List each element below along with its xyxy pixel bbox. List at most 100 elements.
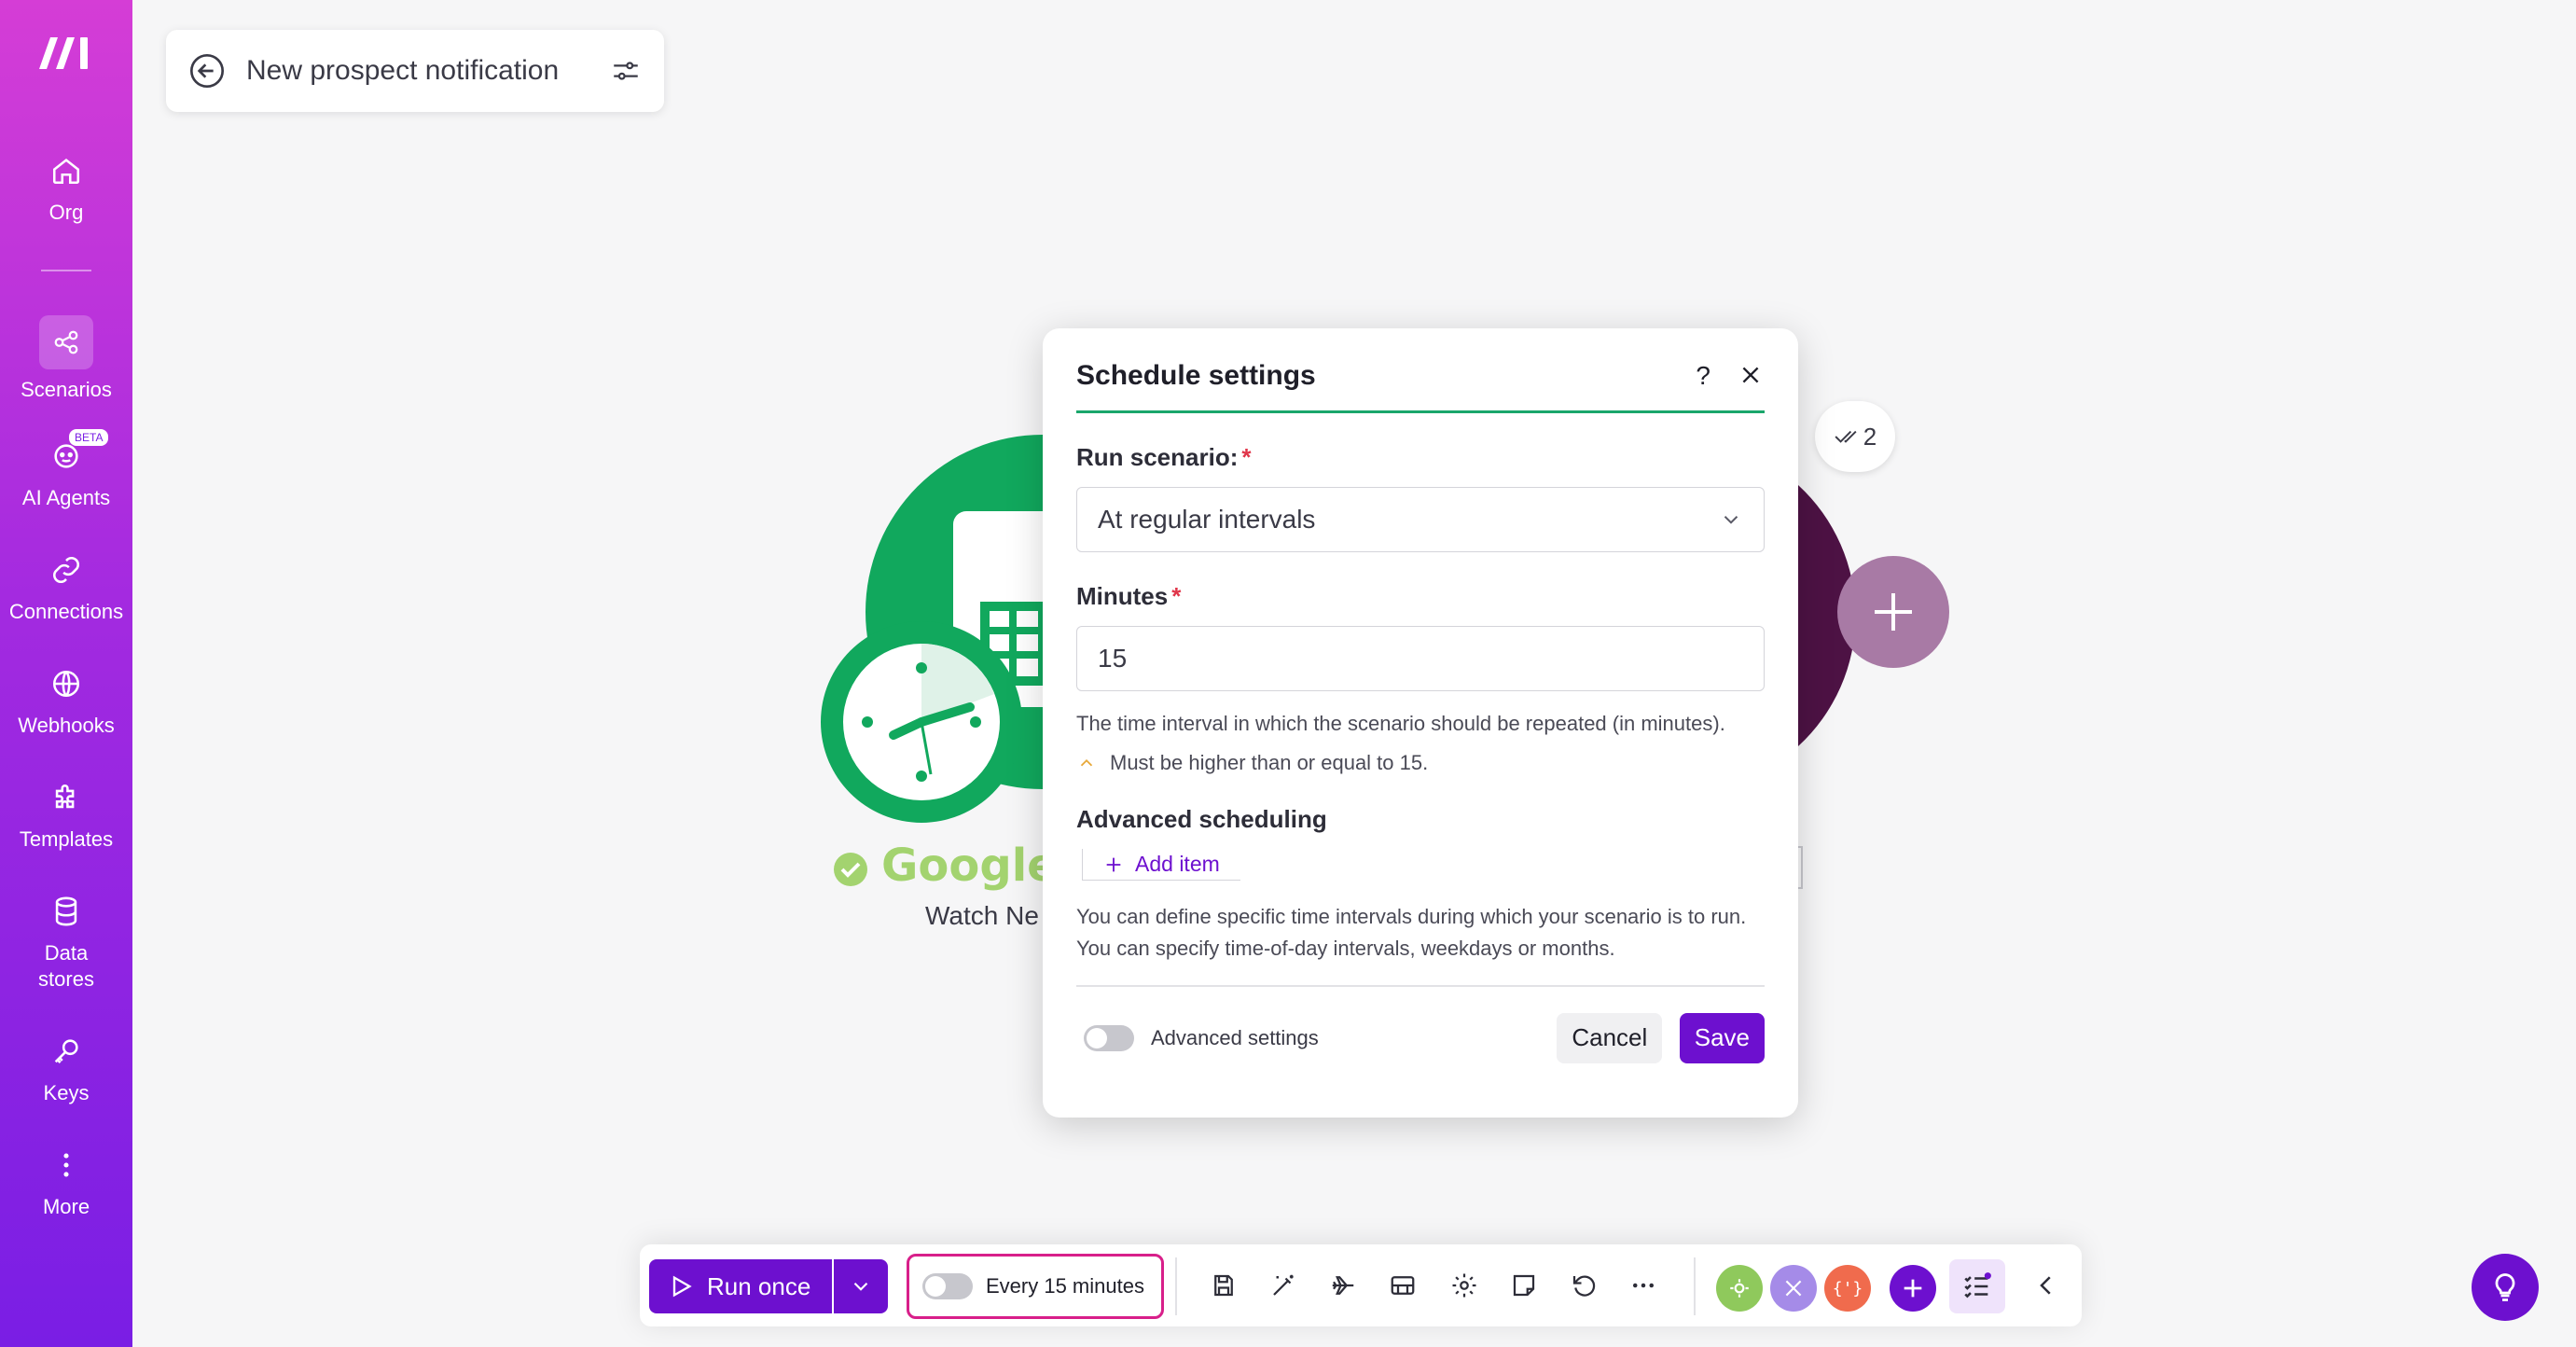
- undo-icon[interactable]: [1567, 1269, 1600, 1302]
- double-check-icon: [1835, 430, 1857, 443]
- sidebar-item-label: Data stores: [38, 941, 94, 991]
- toolbar-divider: [1694, 1257, 1696, 1315]
- airplane-icon[interactable]: [1326, 1269, 1360, 1302]
- chevron-up-icon: [1080, 758, 1093, 767]
- sidebar-item-data-stores[interactable]: Data stores: [0, 888, 132, 993]
- json-module-icon[interactable]: {'}: [1824, 1265, 1871, 1312]
- sidebar-item-webhooks[interactable]: Webhooks: [0, 660, 132, 739]
- chevron-down-icon: [853, 1282, 868, 1291]
- checklist-button[interactable]: [1949, 1259, 2005, 1313]
- sidebar-item-label: More: [42, 1195, 90, 1218]
- sidebar: Org Scenarios BETA AI Agents Connections…: [0, 0, 132, 1347]
- run-once-label: Run once: [707, 1271, 811, 1300]
- next-module-partial[interactable]: [1798, 485, 1949, 746]
- minutes-input-wrap: [1076, 626, 1765, 691]
- module-status-check-icon: [834, 853, 867, 886]
- dialog-divider: [1076, 985, 1765, 987]
- flow-control-icon[interactable]: [1770, 1265, 1817, 1312]
- clock-trigger-icon: [821, 621, 1022, 823]
- sidebar-item-label: Scenarios: [21, 378, 112, 401]
- sidebar-item-label: Webhooks: [18, 714, 115, 737]
- operations-count: 2: [1863, 422, 1877, 451]
- advanced-scheduling-title: Advanced scheduling: [1076, 805, 1327, 833]
- dialog-title: Schedule settings: [1076, 360, 1316, 391]
- sidebar-item-ai-agents[interactable]: BETA AI Agents: [0, 429, 132, 511]
- scheduling-switch[interactable]: [922, 1273, 973, 1299]
- minutes-help-text: The time interval in which the scenario …: [1076, 712, 1725, 735]
- json-bracket-glyph: {'}: [1832, 1278, 1863, 1298]
- database-icon: [39, 888, 93, 935]
- add-item-label: Add item: [1135, 852, 1220, 876]
- lightbulb-icon: [2495, 1273, 2515, 1301]
- sidebar-item-scenarios[interactable]: Scenarios: [0, 315, 132, 403]
- more-horizontal-icon[interactable]: [1627, 1269, 1660, 1302]
- dialog-footer: Advanced settings Cancel Save: [1076, 1012, 1765, 1063]
- make-logo[interactable]: [34, 28, 99, 75]
- note-icon[interactable]: [1507, 1269, 1541, 1302]
- scenario-title-card: New prospect notification: [166, 30, 664, 112]
- schedule-toggle[interactable]: Every 15 minutes: [907, 1254, 1164, 1319]
- sidebar-item-keys[interactable]: Keys: [0, 1028, 132, 1106]
- schedule-label: Every 15 minutes: [986, 1274, 1144, 1298]
- advanced-settings-toggle-wrap: Advanced settings: [1076, 1024, 1319, 1051]
- tools-module-icon[interactable]: [1716, 1265, 1763, 1312]
- run-scenario-value: At regular intervals: [1098, 505, 1316, 534]
- layout-icon[interactable]: [1386, 1269, 1420, 1302]
- sidebar-item-more[interactable]: More: [0, 1142, 132, 1220]
- help-button[interactable]: ?: [1696, 361, 1710, 391]
- checklist-icon: [1964, 1272, 1991, 1298]
- cancel-button[interactable]: Cancel: [1557, 1012, 1663, 1063]
- schedule-settings-dialog: Schedule settings ? Run scenario: * At re…: [1043, 328, 1798, 1118]
- sidebar-item-label: Keys: [43, 1081, 90, 1104]
- beta-badge: BETA: [69, 429, 109, 446]
- sidebar-item-org[interactable]: Org: [0, 147, 132, 226]
- close-button[interactable]: [1737, 362, 1765, 390]
- add-module-button[interactable]: [1890, 1265, 1936, 1312]
- more-vertical-icon: [39, 1142, 93, 1188]
- minutes-warning: Must be higher than or equal to 15.: [1076, 751, 1765, 775]
- magic-wand-icon[interactable]: [1267, 1269, 1300, 1302]
- scenario-title[interactable]: New prospect notification: [246, 55, 610, 87]
- sidebar-item-label: AI Agents: [21, 486, 111, 509]
- sidebar-item-templates[interactable]: Templates: [0, 774, 132, 853]
- save-icon[interactable]: [1207, 1269, 1240, 1302]
- required-asterisk: *: [1241, 443, 1252, 471]
- plus-icon: [1106, 857, 1121, 871]
- play-icon: [672, 1275, 692, 1298]
- sidebar-item-connections[interactable]: Connections: [0, 547, 132, 625]
- save-button[interactable]: Save: [1679, 1012, 1765, 1063]
- minutes-warning-text: Must be higher than or equal to 15.: [1110, 751, 1429, 774]
- run-options-dropdown[interactable]: [834, 1259, 888, 1313]
- puzzle-icon: [39, 774, 93, 821]
- sidebar-divider: [41, 270, 91, 271]
- ai-agent-icon: BETA: [39, 429, 109, 479]
- dialog-header: Schedule settings ?: [1076, 328, 1765, 413]
- required-asterisk: *: [1171, 582, 1182, 610]
- share-nodes-icon: [39, 315, 93, 369]
- settings-sliders-icon[interactable]: [610, 55, 642, 87]
- lightbulb-help-button[interactable]: [2472, 1254, 2539, 1321]
- advanced-settings-label: Advanced settings: [1151, 1025, 1319, 1049]
- add-item-button[interactable]: Add item: [1082, 849, 1240, 881]
- gear-icon[interactable]: [1447, 1269, 1481, 1302]
- minutes-input[interactable]: [1098, 644, 1743, 674]
- bottom-toolbar: Run once Every 15 minutes {'}: [640, 1244, 2082, 1326]
- run-scenario-select[interactable]: At regular intervals: [1076, 487, 1765, 552]
- operations-count-badge[interactable]: 2: [1815, 401, 1895, 472]
- toolbar-divider: [1175, 1257, 1177, 1315]
- run-once-button[interactable]: Run once: [649, 1259, 832, 1313]
- advanced-settings-toggle[interactable]: [1084, 1024, 1134, 1051]
- home-icon: [39, 147, 93, 194]
- back-arrow-icon[interactable]: [188, 52, 226, 90]
- module-subtitle: Watch Ne: [925, 901, 1039, 930]
- run-scenario-label: Run scenario: *: [1076, 443, 1765, 472]
- run-scenario-label-text: Run scenario:: [1076, 443, 1239, 471]
- globe-icon: [39, 660, 93, 707]
- close-icon: [1742, 367, 1759, 382]
- collapse-chevron-icon[interactable]: [2029, 1269, 2063, 1302]
- minutes-label: Minutes *: [1076, 582, 1765, 611]
- sidebar-item-label: Templates: [19, 827, 114, 851]
- plus-icon: [1904, 1279, 1922, 1298]
- link-icon: [39, 547, 93, 593]
- minutes-label-text: Minutes: [1076, 582, 1169, 610]
